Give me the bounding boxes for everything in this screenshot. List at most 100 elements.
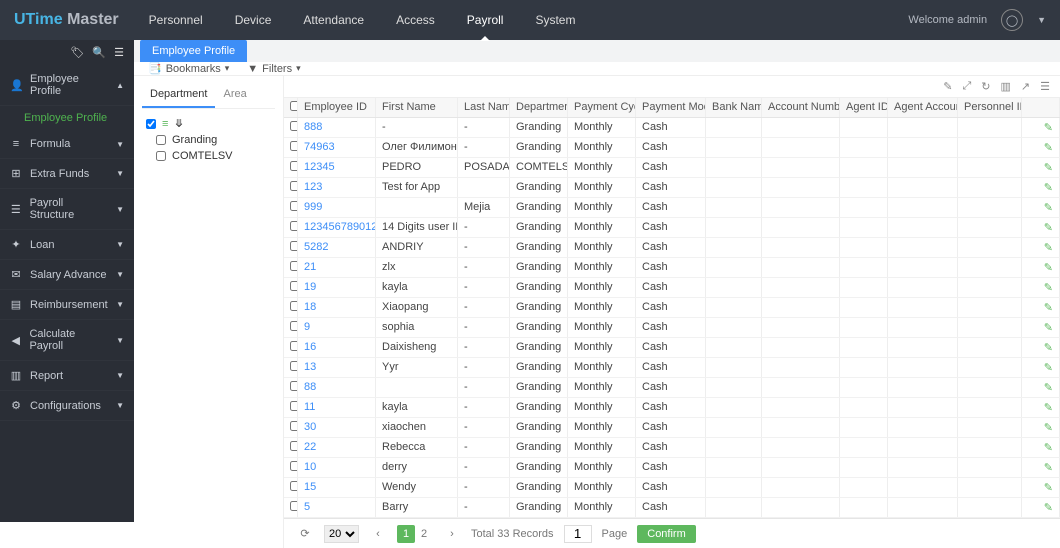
- page-2[interactable]: 2: [415, 525, 433, 543]
- edit-row-icon[interactable]: ✎: [1044, 142, 1053, 154]
- col-header[interactable]: Personnel ID: [958, 98, 1022, 117]
- sidebar-item-formula[interactable]: ≡Formula▼: [0, 130, 134, 159]
- nav-system[interactable]: System: [519, 0, 591, 40]
- list-icon[interactable]: ☰: [114, 46, 124, 59]
- edit-row-icon[interactable]: ✎: [1044, 302, 1053, 314]
- sidebar-item-extra-funds[interactable]: ⊞Extra Funds▼: [0, 159, 134, 189]
- edit-row-icon[interactable]: ✎: [1044, 122, 1053, 134]
- row-checkbox[interactable]: [290, 421, 298, 431]
- row-checkbox[interactable]: [290, 181, 298, 191]
- col-header[interactable]: Department: [510, 98, 568, 117]
- row-checkbox[interactable]: [290, 221, 298, 231]
- nav-access[interactable]: Access: [380, 0, 451, 40]
- employee-id-link[interactable]: 12345678901234: [304, 221, 376, 233]
- sidebar-item-calculate-payroll[interactable]: ◀Calculate Payroll▼: [0, 320, 134, 361]
- edit-row-icon[interactable]: ✎: [1044, 162, 1053, 174]
- edit-row-icon[interactable]: ✎: [1044, 182, 1053, 194]
- edit-row-icon[interactable]: ✎: [1044, 322, 1053, 334]
- tree-checkbox[interactable]: [156, 151, 166, 161]
- avatar-icon[interactable]: ◯: [1001, 9, 1023, 31]
- row-checkbox[interactable]: [290, 121, 298, 131]
- sidebar-item-reimbursement[interactable]: ▤Reimbursement▼: [0, 290, 134, 320]
- row-checkbox[interactable]: [290, 401, 298, 411]
- edit-row-icon[interactable]: ✎: [1044, 502, 1053, 514]
- edit-row-icon[interactable]: ✎: [1044, 482, 1053, 494]
- col-header[interactable]: Payment Mode: [636, 98, 706, 117]
- nav-personnel[interactable]: Personnel: [133, 0, 219, 40]
- row-checkbox[interactable]: [290, 501, 298, 511]
- col-header[interactable]: Agent Account: [888, 98, 958, 117]
- employee-id-link[interactable]: 21: [304, 261, 316, 273]
- user-menu-caret[interactable]: ▼: [1037, 15, 1046, 25]
- employee-id-link[interactable]: 5282: [304, 241, 328, 253]
- row-checkbox[interactable]: [290, 361, 298, 371]
- edit-row-icon[interactable]: ✎: [1044, 242, 1053, 254]
- employee-id-link[interactable]: 10: [304, 461, 316, 473]
- row-checkbox[interactable]: [290, 321, 298, 331]
- tree-node[interactable]: Granding: [156, 134, 271, 146]
- edit-row-icon[interactable]: ✎: [1044, 362, 1053, 374]
- employee-id-link[interactable]: 16: [304, 341, 316, 353]
- sidebar-item-loan[interactable]: ✦Loan▼: [0, 230, 134, 260]
- edit-row-icon[interactable]: ✎: [1044, 442, 1053, 454]
- row-checkbox[interactable]: [290, 141, 298, 151]
- goto-page-input[interactable]: [564, 525, 592, 543]
- nav-attendance[interactable]: Attendance: [287, 0, 380, 40]
- edit-row-icon[interactable]: ✎: [1044, 382, 1053, 394]
- select-all[interactable]: [290, 101, 298, 111]
- row-checkbox[interactable]: [290, 381, 298, 391]
- edit-row-icon[interactable]: ✎: [1044, 342, 1053, 354]
- edit-row-icon[interactable]: ✎: [1044, 282, 1053, 294]
- employee-id-link[interactable]: 888: [304, 121, 322, 133]
- row-checkbox[interactable]: [290, 441, 298, 451]
- employee-id-link[interactable]: 74963: [304, 141, 335, 153]
- confirm-button[interactable]: Confirm: [637, 525, 696, 543]
- sidebar-item-report[interactable]: ▥Report▼: [0, 361, 134, 391]
- tree-node[interactable]: COMTELSV: [156, 150, 271, 162]
- sidebar-item-salary-advance[interactable]: ✉Salary Advance▼: [0, 260, 134, 290]
- edit-row-icon[interactable]: ✎: [1044, 402, 1053, 414]
- row-checkbox[interactable]: [290, 461, 298, 471]
- row-checkbox[interactable]: [290, 201, 298, 211]
- sidebar-item-employee-profile[interactable]: 👤Employee Profile▲: [0, 65, 134, 106]
- col-header[interactable]: Account Number: [762, 98, 840, 117]
- employee-id-link[interactable]: 18: [304, 301, 316, 313]
- employee-id-link[interactable]: 11: [304, 401, 315, 413]
- row-checkbox[interactable]: [290, 481, 298, 491]
- row-checkbox[interactable]: [290, 241, 298, 251]
- row-checkbox[interactable]: [290, 301, 298, 311]
- expand-icon[interactable]: ⤢: [962, 80, 971, 93]
- edit-icon[interactable]: ✎: [943, 80, 952, 93]
- employee-id-link[interactable]: 15: [304, 481, 316, 493]
- employee-id-link[interactable]: 9: [304, 321, 310, 333]
- employee-id-link[interactable]: 22: [304, 441, 316, 453]
- nav-device[interactable]: Device: [219, 0, 288, 40]
- settings-icon[interactable]: ☰: [1040, 80, 1050, 93]
- page-1[interactable]: 1: [397, 525, 415, 543]
- employee-id-link[interactable]: 999: [304, 201, 322, 213]
- col-header[interactable]: Bank Name: [706, 98, 762, 117]
- employee-id-link[interactable]: 5: [304, 501, 310, 513]
- nav-payroll[interactable]: Payroll: [451, 0, 520, 40]
- tree-root-checkbox[interactable]: [146, 119, 156, 129]
- employee-id-link[interactable]: 123: [304, 181, 322, 193]
- page-tab[interactable]: Employee Profile: [140, 40, 247, 62]
- lp-tab-area[interactable]: Area: [215, 82, 254, 108]
- col-header[interactable]: Payment Cycle: [568, 98, 636, 117]
- export-icon[interactable]: ↗: [1021, 80, 1030, 93]
- employee-id-link[interactable]: 30: [304, 421, 316, 433]
- row-checkbox[interactable]: [290, 281, 298, 291]
- col-header[interactable]: Last Name: [458, 98, 510, 117]
- employee-id-link[interactable]: 13: [304, 361, 316, 373]
- employee-id-link[interactable]: 88: [304, 381, 316, 393]
- row-checkbox[interactable]: [290, 161, 298, 171]
- employee-id-link[interactable]: 12345: [304, 161, 335, 173]
- sidebar-item-payroll-structure[interactable]: ☰Payroll Structure▼: [0, 189, 134, 230]
- next-page[interactable]: ›: [443, 525, 461, 543]
- sidebar-sub-employee-profile[interactable]: Employee Profile: [0, 106, 134, 130]
- lp-tab-department[interactable]: Department: [142, 82, 215, 108]
- col-header[interactable]: First Name: [376, 98, 458, 117]
- row-checkbox[interactable]: [290, 261, 298, 271]
- prev-page[interactable]: ‹: [369, 525, 387, 543]
- employee-id-link[interactable]: 19: [304, 281, 316, 293]
